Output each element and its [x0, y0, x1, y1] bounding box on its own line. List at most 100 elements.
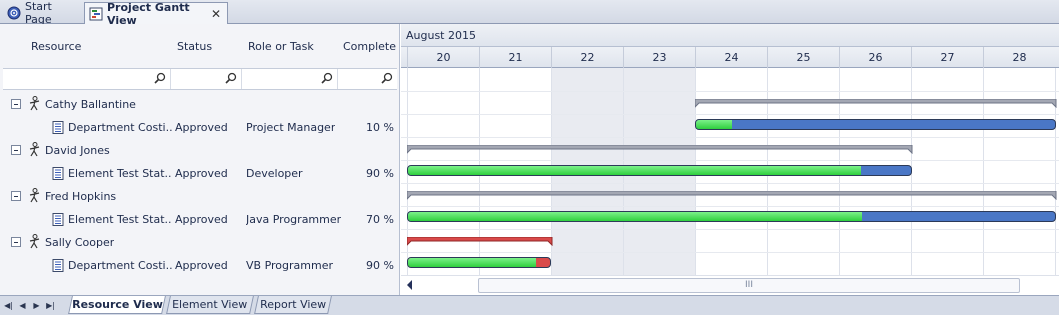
task-name: Element Test Stat... [68, 167, 172, 180]
resource-row-cathy[interactable]: Cathy Ballantine [0, 93, 400, 116]
grid-line [401, 252, 1059, 253]
tab-element-view-label: Element View [172, 298, 248, 311]
grid-line [401, 137, 1059, 138]
gantt-chart-area: August 2015 20 21 22 23 24 25 26 27 28 I… [401, 24, 1059, 295]
task-role: Project Manager [246, 121, 336, 134]
tab-resource-view-label: Resource View [71, 298, 163, 311]
filter-row [3, 68, 397, 90]
task-row[interactable]: Department Costi... Approved Project Man… [0, 116, 400, 139]
task-row[interactable]: Element Test Stat... Approved Developer … [0, 162, 400, 185]
actor-icon [29, 96, 40, 111]
day-label: 24 [695, 47, 767, 68]
task-complete: 90 % [366, 259, 394, 272]
resource-row-fred[interactable]: Fred Hopkins [0, 185, 400, 208]
summary-bar[interactable] [695, 99, 1057, 108]
task-complete: 70 % [366, 213, 394, 226]
summary-bar[interactable] [407, 191, 1057, 200]
prev-tab-icon[interactable]: ◀ [17, 300, 28, 311]
collapse-icon[interactable] [11, 237, 21, 247]
resource-name: Cathy Ballantine [45, 98, 136, 111]
collapse-icon[interactable] [11, 99, 21, 109]
progress-fill [408, 258, 536, 267]
actor-icon [29, 234, 40, 249]
task-name: Element Test Stat... [68, 213, 172, 226]
resource-name: David Jones [45, 144, 110, 157]
progress-fill [408, 212, 862, 221]
task-name: Department Costi... [68, 259, 172, 272]
actor-icon [29, 188, 40, 203]
scroll-thumb[interactable]: III [478, 278, 1020, 293]
column-header-status[interactable]: Status [177, 24, 241, 68]
day-label: 25 [767, 47, 839, 68]
column-header-complete[interactable]: Complete [343, 24, 399, 68]
tab-project-gantt-view[interactable]: Project Gantt View ✕ [84, 1, 228, 27]
collapse-icon[interactable] [11, 191, 21, 201]
task-status: Approved [175, 213, 228, 226]
summary-bar[interactable] [407, 145, 913, 154]
filter-complete-input[interactable] [338, 69, 397, 89]
gantt-view-icon [89, 7, 103, 21]
filter-resource-input[interactable] [3, 69, 171, 89]
task-role: VB Programmer [246, 259, 333, 272]
gantt-timeline[interactable] [401, 68, 1059, 275]
tab-resource-view[interactable]: Resource View [68, 296, 166, 314]
filter-role-input[interactable] [242, 69, 338, 89]
tab-start-page-label: Start Page [25, 0, 52, 26]
search-icon [381, 72, 393, 84]
summary-bar-overdue[interactable] [407, 237, 553, 246]
tab-report-view[interactable]: Report View [254, 296, 332, 314]
search-icon [225, 72, 237, 84]
next-tab-icon[interactable]: ▶ [31, 300, 42, 311]
day-label: 22 [551, 47, 623, 68]
last-tab-icon[interactable]: ▶| [45, 300, 56, 311]
search-icon [154, 72, 166, 84]
resource-name: Fred Hopkins [45, 190, 117, 203]
resource-row-david[interactable]: David Jones [0, 139, 400, 162]
document-icon [52, 167, 64, 180]
column-header-role[interactable]: Role or Task [248, 24, 338, 68]
grid-line [401, 183, 1059, 184]
task-bar[interactable] [407, 165, 912, 176]
column-header-resource[interactable]: Resource [31, 24, 171, 68]
progress-fill [408, 166, 861, 175]
resource-row-sally[interactable]: Sally Cooper [0, 231, 400, 254]
collapse-icon[interactable] [11, 145, 21, 155]
task-role: Java Programmer [246, 213, 342, 226]
close-tab-icon[interactable]: ✕ [211, 7, 221, 21]
grid-line [401, 114, 1059, 115]
document-icon [52, 213, 64, 226]
task-row[interactable]: Department Costi... Approved VB Programm… [0, 254, 400, 277]
task-role: Developer [246, 167, 303, 180]
day-label: 23 [623, 47, 695, 68]
task-bar[interactable] [695, 119, 1056, 130]
filter-status-input[interactable] [171, 69, 242, 89]
tab-start-page[interactable]: Start Page [2, 0, 82, 26]
day-label: 20 [407, 47, 479, 68]
day-label: 26 [839, 47, 911, 68]
grid-line [401, 160, 1059, 161]
horizontal-scrollbar[interactable]: III [401, 275, 1059, 295]
grid-line [401, 229, 1059, 230]
task-bar-overdue[interactable] [407, 257, 551, 268]
document-tab-strip: Start Page Project Gantt View ✕ [0, 0, 1059, 27]
task-name: Department Costi... [68, 121, 172, 134]
task-bar[interactable] [407, 211, 1056, 222]
tab-report-view-label: Report View [260, 298, 327, 311]
view-tab-strip: ◀| ◀ ▶ ▶| Resource View Element View Rep… [0, 295, 1059, 315]
first-tab-icon[interactable]: ◀| [3, 300, 14, 311]
task-row[interactable]: Element Test Stat... Approved Java Progr… [0, 208, 400, 231]
task-complete: 90 % [366, 167, 394, 180]
start-page-icon [7, 6, 21, 20]
task-complete: 10 % [366, 121, 394, 134]
document-icon [52, 259, 64, 272]
tab-element-view[interactable]: Element View [166, 296, 254, 314]
day-header: 20 21 22 23 24 25 26 27 28 [401, 47, 1059, 68]
day-label: 27 [911, 47, 983, 68]
month-header: August 2015 [401, 24, 1059, 47]
gantt-panel: Resource Status Role or Task Complete Ca… [0, 24, 1059, 295]
scroll-left-arrow-icon[interactable] [407, 280, 412, 290]
actor-icon [29, 142, 40, 157]
task-status: Approved [175, 259, 228, 272]
day-label: 28 [983, 47, 1055, 68]
grid-line [401, 206, 1059, 207]
